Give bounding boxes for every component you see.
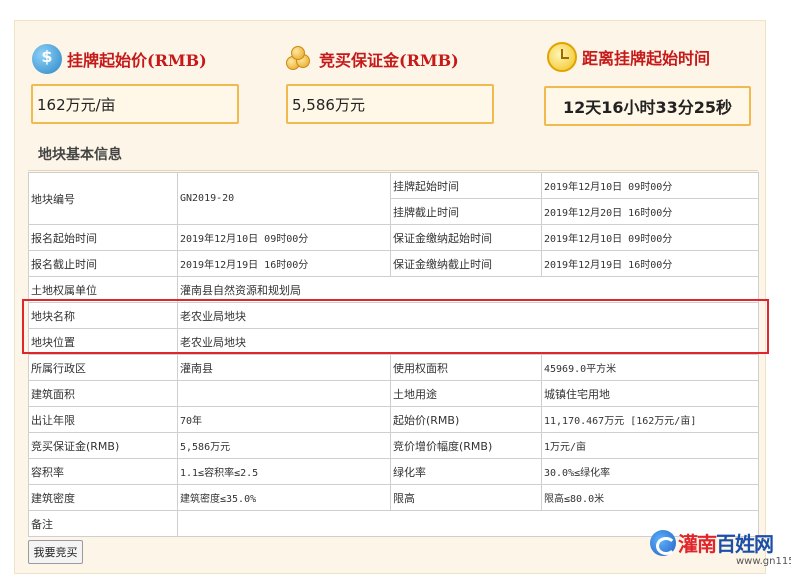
dep-end-value: 2019年12月19日 16时00分	[541, 250, 759, 277]
table-row: 建筑面积 土地用途 城镇住宅用地	[28, 380, 759, 407]
start-price-box: 162万元/亩	[31, 84, 239, 124]
height-value: 限高≤80.0米	[541, 484, 759, 511]
term-value: 70年	[177, 406, 391, 433]
deposit-label: 竞买保证金(RMB)	[319, 51, 459, 70]
land-use-label: 土地用途	[390, 380, 542, 407]
watermark-title: 灌南百姓网	[678, 528, 774, 557]
dep-start-label: 保证金缴纳起始时间	[390, 224, 542, 251]
reg-start-label: 报名起始时间	[28, 224, 178, 251]
table-row: 竞买保证金(RMB) 5,586万元 竞价增价幅度(RMB) 1万元/亩	[28, 432, 759, 459]
alarm-clock-icon	[547, 42, 577, 72]
build-area-label: 建筑面积	[28, 380, 178, 407]
deposit-table-value: 5,586万元	[177, 432, 391, 459]
site-logo-icon	[650, 530, 676, 556]
land-info-table: 地块编号 GN2019-20 挂牌起始时间 2019年12月10日 09时00分…	[28, 172, 759, 537]
table-row: 出让年限 70年 起始价(RMB) 11,170.467万元 [162万元/亩]	[28, 406, 759, 433]
use-area-label: 使用权面积	[390, 354, 542, 381]
reg-start-value: 2019年12月10日 09时00分	[177, 224, 391, 251]
start-price-label: 挂牌起始价(RMB)	[67, 51, 207, 70]
highlight-annotation-box	[22, 299, 769, 354]
land-use-value: 城镇住宅用地	[541, 380, 759, 407]
density-label: 建筑密度	[28, 484, 178, 511]
site-watermark: 灌南百姓网 www.gn115.com	[650, 528, 791, 570]
start-price-table-value: 11,170.467万元 [162万元/亩]	[541, 406, 759, 433]
parcel-no-label: 地块编号	[28, 172, 178, 225]
reg-end-label: 报名截止时间	[28, 250, 178, 277]
start-price-value: 162万元/亩	[37, 95, 116, 114]
deposit-value: 5,586万元	[292, 95, 365, 114]
district-label: 所属行政区	[28, 354, 178, 381]
listing-start-label: 挂牌起始时间	[390, 172, 542, 199]
watermark-title-blue: 百姓网	[716, 532, 774, 556]
table-row: 地块编号 GN2019-20 挂牌起始时间 2019年12月10日 09时00分	[28, 172, 759, 225]
table-row: 容积率 1.1≤容积率≤2.5 绿化率 30.0%≤绿化率	[28, 458, 759, 485]
deposit-box: 5,586万元	[286, 84, 494, 124]
countdown-label: 距离挂牌起始时间	[582, 49, 711, 68]
use-area-value: 45969.0平方米	[541, 354, 759, 381]
remark-label: 备注	[28, 510, 178, 537]
far-label: 容积率	[28, 458, 178, 485]
dep-end-label: 保证金缴纳截止时间	[390, 250, 542, 277]
countdown-box: 12天16小时33分25秒	[544, 86, 751, 126]
table-row: 建筑密度 建筑密度≤35.0% 限高 限高≤80.0米	[28, 484, 759, 511]
listing-end-label: 挂牌截止时间	[390, 198, 542, 225]
green-value: 30.0%≤绿化率	[541, 458, 759, 485]
term-label: 出让年限	[28, 406, 178, 433]
deposit-table-label: 竞买保证金(RMB)	[28, 432, 178, 459]
table-row: 备注	[28, 510, 759, 537]
deposit-header: 竞买保证金(RMB)	[284, 44, 459, 74]
coins-icon	[284, 44, 314, 74]
table-row: 报名截止时间 2019年12月19日 16时00分 保证金缴纳截止时间 2019…	[28, 250, 759, 277]
dep-start-value: 2019年12月10日 09时00分	[541, 224, 759, 251]
table-row: 所属行政区 灌南县 使用权面积 45969.0平方米	[28, 354, 759, 381]
countdown-header: 距离挂牌起始时间	[547, 42, 710, 72]
countdown-value: 12天16小时33分25秒	[562, 98, 733, 117]
listing-end-value: 2019年12月20日 16时00分	[541, 198, 759, 225]
listing-start-value: 2019年12月10日 09时00分	[541, 172, 759, 199]
section-divider	[28, 170, 758, 171]
bid-button[interactable]: 我要竞买	[28, 540, 83, 564]
height-label: 限高	[390, 484, 542, 511]
increment-label: 竞价增价幅度(RMB)	[390, 432, 542, 459]
green-label: 绿化率	[390, 458, 542, 485]
start-price-table-label: 起始价(RMB)	[390, 406, 542, 433]
start-price-header: 挂牌起始价(RMB)	[32, 44, 207, 74]
density-value: 建筑密度≤35.0%	[177, 484, 391, 511]
watermark-title-red: 灌南	[678, 532, 717, 556]
far-value: 1.1≤容积率≤2.5	[177, 458, 391, 485]
watermark-url: www.gn115.com	[736, 556, 791, 567]
parcel-no-value: GN2019-20	[177, 172, 391, 225]
money-icon	[32, 44, 62, 74]
district-value: 灌南县	[177, 354, 391, 381]
increment-value: 1万元/亩	[541, 432, 759, 459]
build-area-value	[177, 380, 391, 407]
section-title: 地块基本信息	[38, 147, 122, 163]
reg-end-value: 2019年12月19日 16时00分	[177, 250, 391, 277]
table-row: 报名起始时间 2019年12月10日 09时00分 保证金缴纳起始时间 2019…	[28, 224, 759, 251]
